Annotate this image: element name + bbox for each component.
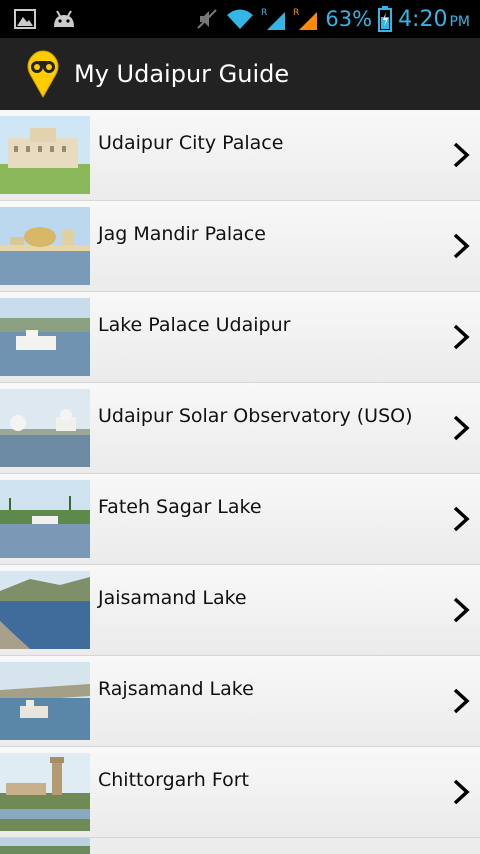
list-item[interactable]: Udaipur City Palace	[0, 110, 480, 201]
place-name: Jag Mandir Palace	[98, 223, 266, 245]
place-name: Udaipur Solar Observatory (USO)	[98, 405, 413, 427]
chevron-right-icon[interactable]	[452, 505, 470, 533]
android-icon	[54, 10, 74, 27]
mute-icon	[197, 9, 218, 29]
place-name: Fateh Sagar Lake	[98, 496, 262, 518]
svg-text:R: R	[261, 8, 267, 18]
battery-percent: 63%	[325, 7, 373, 31]
app-title: My Udaipur Guide	[74, 60, 290, 88]
list-item[interactable]: Jag Mandir Palace	[0, 201, 480, 292]
place-thumbnail	[0, 480, 90, 558]
chevron-right-icon[interactable]	[452, 141, 470, 169]
place-thumbnail	[0, 116, 90, 194]
svg-text:R: R	[293, 8, 299, 18]
signal-r2-icon: R	[293, 8, 318, 30]
places-list[interactable]: Udaipur City Palace Jag Mandir Palace La…	[0, 110, 480, 838]
list-item[interactable]: Chittorgarh Fort	[0, 747, 480, 838]
chevron-right-icon[interactable]	[452, 687, 470, 715]
action-bar: My Udaipur Guide	[0, 38, 480, 110]
chevron-right-icon[interactable]	[452, 596, 470, 624]
status-bar: R R 63% 4:20 PM	[0, 0, 480, 38]
list-item[interactable]: Rajsamand Lake	[0, 656, 480, 747]
place-thumbnail	[0, 753, 90, 831]
image-icon	[14, 9, 36, 29]
place-name: Jaisamand Lake	[98, 587, 247, 609]
list-item[interactable]: Fateh Sagar Lake	[0, 474, 480, 565]
place-thumbnail	[0, 571, 90, 649]
chevron-right-icon[interactable]	[452, 414, 470, 442]
place-thumbnail-partial	[0, 838, 90, 854]
place-thumbnail	[0, 298, 90, 376]
place-name: Rajsamand Lake	[98, 678, 254, 700]
place-thumbnail	[0, 662, 90, 740]
chevron-right-icon[interactable]	[452, 323, 470, 351]
signal-r-icon: R	[261, 8, 286, 30]
list-item[interactable]: Jaisamand Lake	[0, 565, 480, 656]
place-name: Udaipur City Palace	[98, 132, 284, 154]
list-item[interactable]: Lake Palace Udaipur	[0, 292, 480, 383]
chevron-right-icon[interactable]	[452, 232, 470, 260]
list-item[interactable]: Udaipur Solar Observatory (USO)	[0, 383, 480, 474]
place-thumbnail	[0, 389, 90, 467]
battery-icon	[378, 6, 393, 32]
chevron-right-icon[interactable]	[452, 778, 470, 806]
map-pin-binoculars-icon	[27, 50, 59, 98]
place-thumbnail	[0, 207, 90, 285]
wifi-icon	[227, 9, 254, 29]
place-name: Chittorgarh Fort	[98, 769, 249, 791]
clock: 4:20 PM	[398, 6, 470, 32]
place-name: Lake Palace Udaipur	[98, 314, 291, 336]
